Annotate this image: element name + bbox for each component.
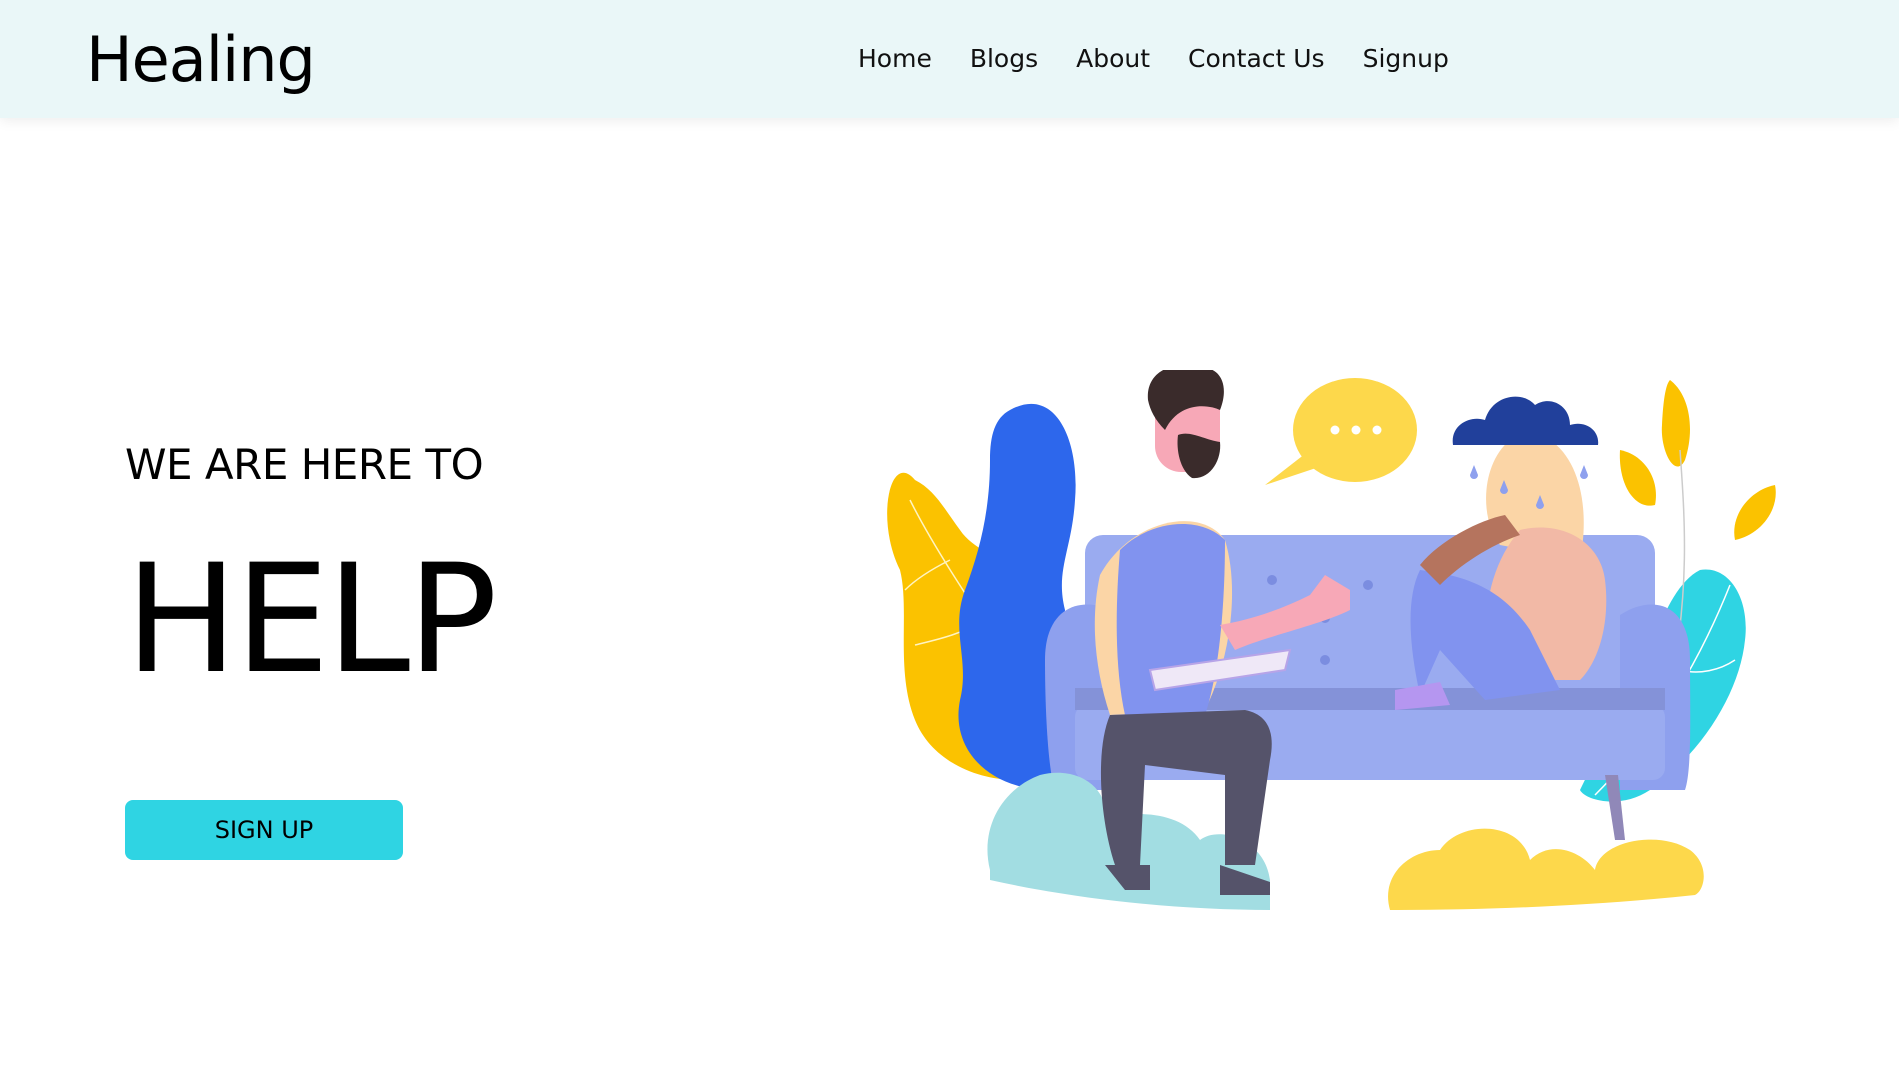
nav-link-blogs[interactable]: Blogs [970, 42, 1038, 76]
nav-link-contact-us[interactable]: Contact Us [1188, 42, 1325, 76]
hero-subtitle: WE ARE HERE TO [125, 440, 484, 489]
nav-link-about[interactable]: About [1076, 42, 1150, 76]
signup-button[interactable]: SIGN UP [125, 800, 403, 860]
nav-links: Home Blogs About Contact Us Signup [858, 42, 1487, 76]
speech-bubble-icon [1265, 378, 1417, 485]
yellow-branch [1619, 380, 1776, 540]
nav-link-home[interactable]: Home [858, 42, 932, 76]
therapy-session-illustration [887, 370, 1776, 910]
nav-link-signup[interactable]: Signup [1363, 42, 1449, 76]
navbar: Healing Home Blogs About Contact Us Sign… [0, 0, 1899, 118]
brand-logo[interactable]: Healing [86, 20, 316, 100]
yellow-bush [1388, 828, 1704, 910]
hero-title: HELP [125, 533, 498, 707]
